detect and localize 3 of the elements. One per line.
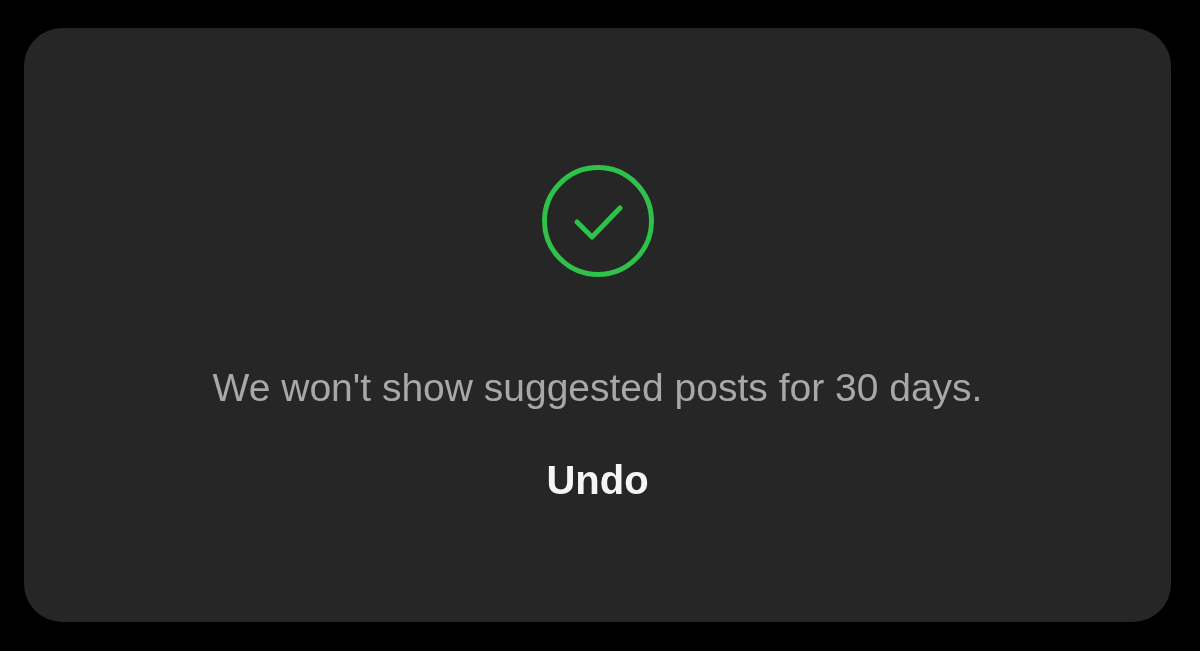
undo-button[interactable]: Undo xyxy=(546,458,649,503)
check-circle-icon xyxy=(540,164,655,278)
toast-message: We won't show suggested posts for 30 days. xyxy=(212,366,983,410)
